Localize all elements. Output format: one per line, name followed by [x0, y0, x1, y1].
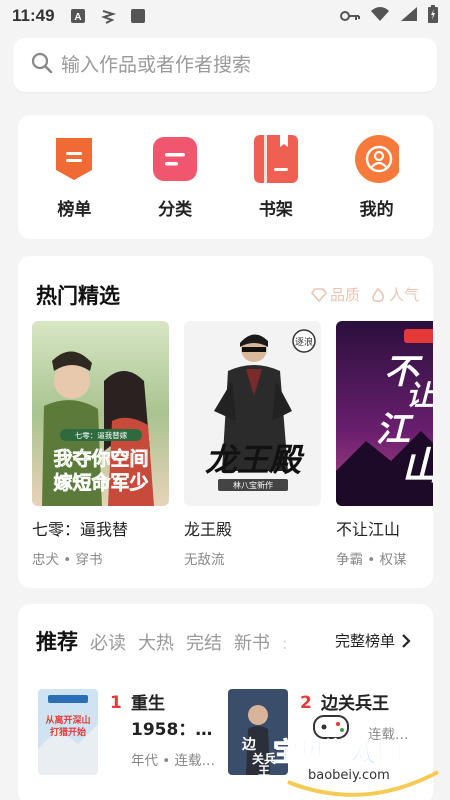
- cover-title: 龙王殿: [205, 441, 305, 479]
- svg-text:让: 让: [406, 379, 433, 412]
- tab-recommend[interactable]: 推荐: [36, 626, 78, 656]
- signal-app-icon: [99, 8, 117, 24]
- hot-book-list: 七零：逼我替嫁 我夺你空间 嫁短命军少 七零：逼我替 忠犬 • 穿书 逐浪 龙王…: [32, 321, 433, 571]
- book-title: 龙王殿: [184, 520, 233, 539]
- status-bar: 11:49 A: [0, 0, 450, 32]
- cover-author: 林八宝新作: [233, 480, 273, 490]
- cover-subtitle: 七零：逼我替嫁: [75, 430, 128, 440]
- nav-category[interactable]: 分类: [130, 135, 220, 220]
- book-card[interactable]: 七零：逼我替嫁 我夺你空间 嫁短命军少 七零：逼我替 忠犬 • 穿书: [32, 321, 169, 568]
- book-cover[interactable]: 七零：逼我替嫁 我夺你空间 嫁短命军少: [32, 321, 169, 506]
- book-tags: 忠犬 • 穿书: [32, 552, 103, 568]
- tab-new[interactable]: 新书: [234, 629, 270, 655]
- search-input[interactable]: [61, 54, 401, 76]
- watermark-url: baobeiy.com: [308, 768, 390, 783]
- nav-ranking[interactable]: 榜单: [29, 135, 119, 220]
- rank-number: 2: [300, 693, 312, 713]
- tab-completed[interactable]: 完结: [186, 629, 222, 655]
- keyboard-a-icon: A: [69, 8, 87, 24]
- tab-popularity[interactable]: 人气: [370, 284, 419, 305]
- search-icon: [31, 52, 53, 78]
- quick-nav-card: 榜单 分类 书架 我的: [18, 115, 433, 239]
- tab-must-read[interactable]: 必读: [90, 629, 126, 655]
- watermark-text: 宝贝游戏网: [272, 738, 404, 769]
- book-title: 不让江山: [336, 520, 401, 539]
- site-watermark: 宝贝游戏网 baobeiy.com: [272, 712, 448, 797]
- bookshelf-icon: [253, 134, 298, 183]
- rank-item[interactable]: 从离开深山 打猎开始 1 重生1958：… 年代 • 连载…: [38, 689, 218, 779]
- nav-profile[interactable]: 我的: [332, 134, 422, 220]
- wifi-icon: [370, 6, 390, 26]
- tab-quality-label: 品质: [329, 286, 360, 304]
- svg-text:我夺你空间: 我夺你空间: [53, 447, 148, 470]
- svg-text:边: 边: [241, 737, 257, 753]
- tab-quality[interactable]: 品质: [310, 284, 360, 305]
- tab-hot[interactable]: 大热: [138, 629, 174, 655]
- book-cover[interactable]: 逐浪 龙王殿 林八宝新作: [184, 321, 321, 506]
- nav-profile-label: 我的: [359, 199, 394, 220]
- book-cover[interactable]: 不 让 江 山 知白: [336, 321, 433, 506]
- rank-cover[interactable]: 从离开深山 打猎开始: [38, 689, 98, 775]
- svg-text:从离开深山: 从离开深山: [45, 714, 90, 726]
- battery-icon: [428, 5, 438, 27]
- tab-divider: :: [282, 634, 288, 653]
- key-icon: [340, 7, 360, 26]
- tab-popularity-label: 人气: [388, 286, 419, 304]
- nav-bookshelf-label: 书架: [258, 199, 293, 220]
- category-icon: [153, 135, 198, 183]
- fire-icon: [372, 287, 384, 302]
- recommend-tabs: 推荐 必读 大热 完结 新书 :: [36, 626, 287, 656]
- book-card[interactable]: 不 让 江 山 知白 不让江山 争霸 • 权谋: [336, 321, 433, 568]
- nav-bookshelf[interactable]: 书架: [231, 134, 321, 220]
- diamond-icon: [310, 287, 327, 302]
- full-ranking-label: 完整榜单: [334, 632, 395, 650]
- section-title: 热门精选: [36, 284, 120, 308]
- book-tags: 无敌流: [184, 552, 225, 568]
- full-ranking-link[interactable]: 完整榜单: [335, 630, 411, 651]
- cell-signal-icon: [400, 6, 418, 26]
- ranking-icon: [52, 135, 96, 183]
- search-bar[interactable]: [13, 38, 437, 92]
- status-time: 11:49: [12, 6, 55, 25]
- svg-text:嫁短命军少: 嫁短命军少: [53, 471, 148, 494]
- svg-text:打猎开始: 打猎开始: [50, 726, 86, 738]
- rank-tags: 年代 • 连载…: [131, 753, 216, 769]
- book-title: 七零：逼我替: [32, 520, 129, 539]
- book-tags: 争霸 • 权谋: [336, 552, 407, 568]
- nav-category-label: 分类: [158, 199, 193, 220]
- hot-picks-card: 热门精选 品质 人气 七零：逼我替嫁 我夺你空间 嫁短命军少 七零：逼我替 忠犬…: [18, 256, 433, 588]
- svg-text:A: A: [74, 12, 81, 23]
- hot-tabs: 品质 人气: [310, 284, 419, 305]
- svg-text:王: 王: [258, 764, 270, 775]
- rank-title: 重生1958：…: [131, 694, 213, 740]
- chevron-right-icon: [402, 633, 411, 648]
- svg-text:逐浪: 逐浪: [295, 336, 313, 348]
- svg-text:山: 山: [402, 443, 433, 488]
- book-card[interactable]: 逐浪 龙王殿 林八宝新作 龙王殿 无敌流: [184, 321, 321, 568]
- rank-number: 1: [110, 693, 122, 713]
- profile-icon: [354, 134, 399, 183]
- nav-ranking-label: 榜单: [57, 199, 92, 220]
- square-notification-icon: [129, 8, 147, 24]
